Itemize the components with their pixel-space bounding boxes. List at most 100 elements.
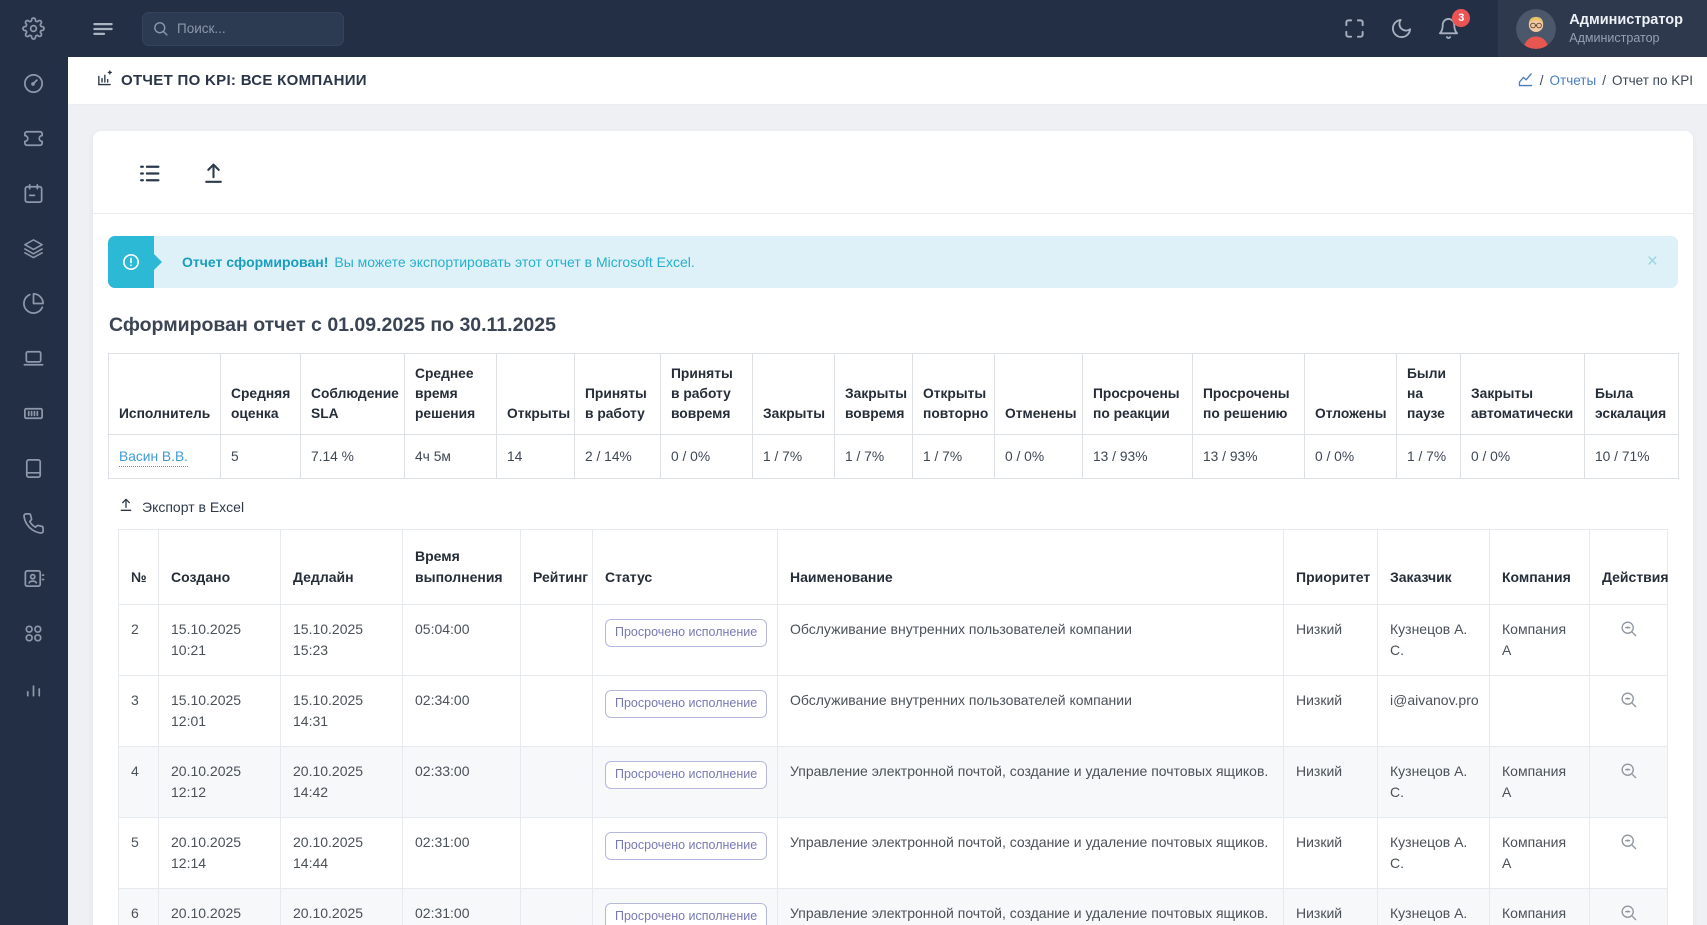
kpi-summary-table: ИсполнительСредняя оценкаСоблюдение SLAС…	[108, 353, 1679, 479]
contacts-icon[interactable]	[22, 567, 46, 591]
summary-cell: 13 / 93%	[1083, 435, 1193, 479]
tickets-col-header: Создано	[159, 530, 281, 605]
summary-col-header: Открыты	[497, 354, 575, 435]
breadcrumb: / Отчеты / Отчет по KPI	[1517, 71, 1693, 91]
summary-cell: 1 / 7%	[1397, 435, 1461, 479]
view-ticket-icon[interactable]	[1619, 619, 1639, 639]
tickets-col-header: Действия	[1590, 530, 1668, 605]
tickets-col-header: №	[119, 530, 159, 605]
cell-actions	[1590, 676, 1668, 747]
info-circle-icon	[108, 236, 154, 288]
phone-icon[interactable]	[22, 512, 46, 536]
cell-rating	[521, 605, 593, 676]
apps-icon[interactable]	[22, 622, 46, 646]
main-column: 3	[68, 0, 1707, 925]
tickets-col-header: Наименование	[778, 530, 1284, 605]
tickets-col-header: Заказчик	[1378, 530, 1490, 605]
summary-col-header: Закрыты вовремя	[835, 354, 913, 435]
cell-priority: Низкий	[1284, 818, 1378, 889]
status-badge: Просрочено исполнение	[605, 619, 767, 647]
summary-col-header: Среднее время решения	[405, 354, 497, 435]
cell-created: 20.10.2025 12:14	[159, 818, 281, 889]
layers-icon[interactable]	[22, 237, 46, 261]
table-row: 420.10.2025 12:1220.10.2025 14:4202:33:0…	[119, 747, 1668, 818]
breadcrumb-separator: /	[1602, 73, 1606, 88]
summary-cell: 1 / 7%	[753, 435, 835, 479]
cell-company: Компания А	[1490, 818, 1590, 889]
view-ticket-icon[interactable]	[1619, 690, 1639, 710]
cell-actions	[1590, 605, 1668, 676]
menu-icon[interactable]	[90, 16, 116, 42]
book-icon[interactable]	[22, 457, 46, 481]
pie-chart-icon[interactable]	[22, 292, 46, 316]
cell-status: Просрочено исполнение	[593, 747, 778, 818]
cell-num: 5	[119, 818, 159, 889]
cell-status: Просрочено исполнение	[593, 676, 778, 747]
summary-cell: 4ч 5м	[405, 435, 497, 479]
search-box	[142, 12, 344, 46]
summary-col-header: Соблюдение SLA	[301, 354, 405, 435]
view-ticket-icon[interactable]	[1619, 761, 1639, 781]
summary-col-header: Открыты повторно	[913, 354, 995, 435]
cell-duration: 02:31:00	[403, 889, 521, 925]
fullscreen-icon[interactable]	[1343, 17, 1367, 41]
breadcrumb-link-reports[interactable]: Отчеты	[1550, 73, 1597, 88]
cell-rating	[521, 676, 593, 747]
alert-message: Вы можете экспортировать этот отчет в Mi…	[334, 254, 694, 270]
settings-icon[interactable]	[22, 17, 46, 41]
summary-col-header: Отменены	[995, 354, 1083, 435]
table-row: 520.10.2025 12:1420.10.2025 14:4402:31:0…	[119, 818, 1668, 889]
cell-customer: Кузнецов А. С.	[1378, 818, 1490, 889]
search-input[interactable]	[142, 12, 344, 46]
summary-col-header: Просрочены по реакции	[1083, 354, 1193, 435]
list-view-icon[interactable]	[137, 161, 163, 187]
summary-cell: 0 / 0%	[1305, 435, 1397, 479]
info-alert: Отчет сформирован! Вы можете экспортиров…	[108, 236, 1678, 288]
cell-status: Просрочено исполнение	[593, 889, 778, 925]
cell-created: 15.10.2025 12:01	[159, 676, 281, 747]
report-heading: Сформирован отчет с 01.09.2025 по 30.11.…	[109, 314, 1678, 337]
cell-created: 20.10.2025 12:12	[159, 747, 281, 818]
cell-title: Управление электронной почтой, создание …	[778, 889, 1284, 925]
view-ticket-icon[interactable]	[1619, 832, 1639, 852]
cell-created: 15.10.2025 10:21	[159, 605, 281, 676]
view-ticket-icon[interactable]	[1619, 903, 1639, 923]
summary-cell: 1 / 7%	[913, 435, 995, 479]
status-badge: Просрочено исполнение	[605, 832, 767, 860]
card-body: Отчет сформирован! Вы можете экспортиров…	[93, 236, 1693, 925]
tickets-col-header: Статус	[593, 530, 778, 605]
summary-col-header: Закрыты	[753, 354, 835, 435]
cell-title: Обслуживание внутренних пользователей ко…	[778, 605, 1284, 676]
summary-col-header: Закрыты автоматически	[1461, 354, 1585, 435]
dashboard-icon[interactable]	[22, 72, 46, 96]
summary-col-header: Средняя оценка	[221, 354, 301, 435]
export-icon[interactable]	[201, 161, 227, 187]
cell-priority: Низкий	[1284, 747, 1378, 818]
alert-close-icon[interactable]: ×	[1627, 236, 1678, 288]
cell-customer: Кузнецов А. С.	[1378, 889, 1490, 925]
cell-rating	[521, 818, 593, 889]
tickets-col-header: Время выполнения	[403, 530, 521, 605]
dark-mode-icon[interactable]	[1390, 17, 1414, 41]
calendar-icon[interactable]	[22, 182, 46, 206]
cell-company: Компания А	[1490, 747, 1590, 818]
barcode-icon[interactable]	[22, 402, 46, 426]
ticket-icon[interactable]	[22, 127, 46, 151]
cell-title: Управление электронной почтой, создание …	[778, 818, 1284, 889]
cell-status: Просрочено исполнение	[593, 818, 778, 889]
export-excel-link[interactable]: Экспорт в Excel	[118, 497, 244, 516]
cell-duration: 02:34:00	[403, 676, 521, 747]
executor-link[interactable]: Васин В.В.	[119, 449, 188, 467]
notification-badge: 3	[1452, 9, 1470, 27]
laptop-icon[interactable]	[22, 347, 46, 371]
cell-rating	[521, 889, 593, 925]
tickets-col-header: Рейтинг	[521, 530, 593, 605]
tickets-col-header: Дедлайн	[281, 530, 403, 605]
tickets-col-header: Приоритет	[1284, 530, 1378, 605]
bar-chart-icon[interactable]	[22, 677, 46, 701]
notifications-bell-icon[interactable]: 3	[1437, 17, 1461, 41]
cell-actions	[1590, 818, 1668, 889]
upload-icon	[118, 497, 134, 516]
cell-customer: Кузнецов А. С.	[1378, 605, 1490, 676]
user-menu[interactable]: Администратор Администратор	[1498, 0, 1707, 57]
